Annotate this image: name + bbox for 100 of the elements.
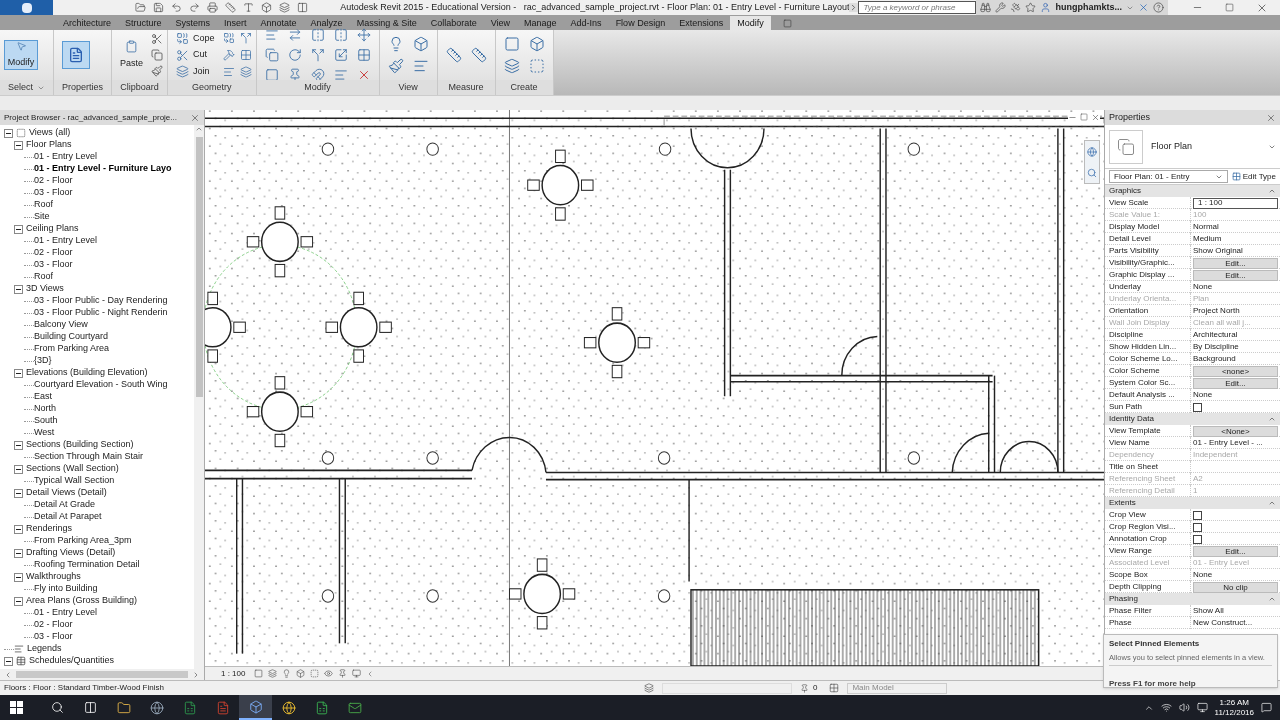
ribbon-tab[interactable]: Massing & Site	[349, 16, 424, 30]
text-icon[interactable]	[243, 2, 255, 13]
tree-item[interactable]: 02 - Floor	[34, 174, 73, 188]
property-checkbox[interactable]	[1193, 522, 1202, 532]
tree-item[interactable]: 03 - Floor	[34, 258, 73, 272]
ribbon-tab[interactable]: Modify	[730, 16, 771, 30]
paste-button[interactable]: Paste	[116, 35, 148, 75]
tree-item[interactable]: Detail At Grade	[34, 498, 96, 512]
tree-item[interactable]: Ceiling Plans	[26, 222, 79, 236]
tree-item[interactable]: Roof	[34, 198, 53, 212]
tree-item[interactable]: Courtyard Elevation - South Wing	[34, 378, 168, 392]
move-icon[interactable]	[356, 28, 371, 42]
copy-icon[interactable]	[264, 48, 279, 62]
tree-item[interactable]: South	[34, 414, 58, 428]
tree-item[interactable]: West	[34, 426, 55, 440]
tree-item[interactable]: 01 - Entry Level	[34, 606, 98, 620]
open-icon[interactable]	[135, 2, 147, 13]
tree-item[interactable]: Walkthroughs	[26, 570, 81, 584]
restore-icon[interactable]	[1080, 113, 1088, 121]
tree-item[interactable]: Typical Wall Section	[34, 474, 115, 488]
volume-icon[interactable]	[1178, 702, 1190, 713]
redo-icon[interactable]	[189, 2, 201, 13]
workset-field[interactable]	[662, 682, 792, 694]
user-icon[interactable]	[1040, 2, 1052, 13]
modify-button[interactable]: Modify	[4, 40, 38, 70]
rotate-icon[interactable]	[287, 48, 302, 62]
navigation-bar[interactable]	[1084, 140, 1100, 184]
tree-item[interactable]: {3D}	[34, 354, 52, 368]
tree-item[interactable]: 01 - Entry Level	[34, 150, 98, 164]
scroll-left-icon[interactable]	[4, 670, 12, 679]
ribbon-tab[interactable]: Add-Ins	[563, 16, 609, 30]
tree-item[interactable]: 03 - Floor Public - Day Rendering	[34, 294, 168, 308]
folder-icon[interactable]	[116, 700, 131, 715]
geometry-tool-button[interactable]: Cope	[172, 30, 219, 47]
close-icon[interactable]	[1266, 112, 1276, 123]
ribbon-tab[interactable]: Analyze	[303, 16, 350, 30]
property-button[interactable]: Edit...	[1193, 269, 1278, 281]
tree-item[interactable]: Site	[34, 210, 50, 224]
pin-icon[interactable]	[287, 68, 302, 82]
save-icon[interactable]	[153, 2, 165, 13]
property-button[interactable]: <None>	[1193, 425, 1278, 437]
property-checkbox[interactable]	[1193, 402, 1202, 412]
collapse-icon[interactable]	[14, 284, 23, 294]
help-icon[interactable]	[1153, 2, 1164, 13]
ribbon-tab[interactable]: Extensions	[672, 16, 731, 30]
tree-item[interactable]: Area Plans (Gross Building)	[26, 594, 138, 608]
mail-icon[interactable]	[347, 700, 362, 715]
tree-item[interactable]: 02 - Floor	[34, 618, 73, 632]
property-checkbox[interactable]	[1193, 510, 1202, 520]
edit-type-button[interactable]: Edit Type	[1231, 170, 1276, 183]
binoculars-icon[interactable]	[980, 2, 992, 13]
tree-item[interactable]: 03 - Floor	[34, 186, 73, 200]
collapse-icon[interactable]	[14, 368, 23, 378]
tree-item[interactable]: North	[34, 402, 56, 416]
display-icon[interactable]	[1196, 702, 1208, 713]
search-field[interactable]: Type a keyword or phrase	[858, 1, 977, 14]
tree-item[interactable]: Detail At Parapet	[34, 510, 102, 524]
tree-item[interactable]: Schedules/Quantities	[29, 654, 115, 668]
view-scale[interactable]: 1 : 100	[221, 667, 246, 680]
document-icon[interactable]	[215, 700, 230, 715]
task-view-icon[interactable]	[84, 701, 97, 714]
cut-icon[interactable]	[151, 33, 164, 45]
copy-icon[interactable]	[151, 49, 164, 61]
tree-item[interactable]: Sections (Building Section)	[26, 438, 134, 452]
ribbon-tab[interactable]: Architecture	[56, 16, 119, 30]
crop-icon[interactable]	[310, 669, 320, 678]
collapse-icon[interactable]	[14, 488, 23, 498]
close-icon[interactable]	[1091, 113, 1100, 122]
tree-item[interactable]: Sections (Wall Section)	[26, 462, 119, 476]
collapse-icon[interactable]	[4, 656, 13, 666]
tree-item[interactable]: Roof	[34, 270, 53, 284]
close-icon[interactable]	[190, 112, 200, 123]
sheet-icon[interactable]	[314, 700, 329, 715]
layers-icon[interactable]	[239, 66, 252, 78]
scrollbar[interactable]	[194, 125, 204, 669]
demolish-icon[interactable]	[222, 49, 235, 61]
ribbon-tab[interactable]: Insert	[217, 16, 254, 30]
tree-item[interactable]: Renderings	[26, 522, 73, 536]
geometry-tool-button[interactable]: Cut	[172, 47, 219, 63]
undo-icon[interactable]	[171, 2, 183, 13]
linework-icon[interactable]	[412, 58, 429, 74]
cube-icon[interactable]	[261, 2, 273, 13]
expand-icon[interactable]	[849, 3, 859, 12]
tree-item[interactable]: Elevations (Building Elevation)	[26, 366, 148, 380]
collapse-icon[interactable]	[14, 224, 23, 234]
ribbon-tab[interactable]: Manage	[517, 16, 564, 30]
tree-item[interactable]: From Parking Area_3pm	[34, 534, 132, 548]
ribbon-tab[interactable]: Flow Design	[608, 16, 673, 30]
layers-icon[interactable]	[279, 2, 291, 13]
measure-icon[interactable]	[445, 47, 462, 63]
property-field[interactable]: 1 : 100	[1193, 197, 1278, 209]
spreadsheet-icon[interactable]	[182, 700, 197, 715]
ribbon-tab[interactable]: Collaborate	[423, 16, 484, 30]
property-button[interactable]: Edit...	[1193, 545, 1278, 557]
tree-item[interactable]: East	[34, 390, 52, 404]
collapse-icon[interactable]	[14, 140, 23, 150]
ribbon-tab[interactable]: Systems	[168, 16, 218, 30]
scale-icon[interactable]	[333, 48, 348, 62]
browser-icon[interactable]	[149, 700, 164, 715]
collapse-icon[interactable]	[4, 128, 13, 138]
